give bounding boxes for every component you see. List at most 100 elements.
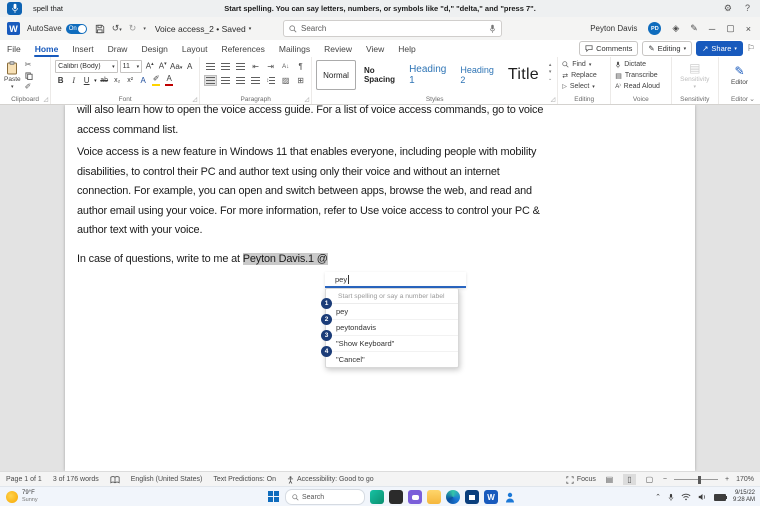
align-right-button[interactable] [234,75,247,86]
page-indicator[interactable]: Page 1 of 1 [6,476,42,483]
align-center-button[interactable] [219,75,232,86]
redo-button[interactable]: ↻ [129,23,137,34]
borders-button[interactable]: ⊞ [294,75,307,86]
sort-button[interactable]: A↓ [279,61,292,72]
spelling-input[interactable]: pey [325,272,466,288]
zoom-in-button[interactable]: + [725,476,729,483]
tab-review[interactable]: Review [317,40,359,57]
voice-access-taskbar-icon[interactable] [503,490,517,504]
save-icon[interactable] [95,24,105,34]
zoom-level[interactable]: 170% [736,476,754,483]
increase-indent-button[interactable]: ⇥ [264,61,277,72]
tab-help[interactable]: Help [391,40,422,57]
comments-button[interactable]: Comments [579,41,638,56]
user-avatar[interactable]: PD [648,22,661,35]
read-aloud-button[interactable]: A⁾ Read Aloud [615,81,666,92]
voice-settings-gear-icon[interactable]: ⚙ [724,3,732,14]
word-taskbar-icon[interactable]: W [484,490,498,504]
tab-home[interactable]: Home [28,40,66,57]
weather-widget[interactable]: 79°F Sunny [6,490,38,503]
clear-formatting-button[interactable]: A [184,61,195,72]
file-explorer-icon[interactable] [427,490,441,504]
tab-draw[interactable]: Draw [101,40,135,57]
presence-icon[interactable]: ◈ [672,23,679,34]
power-automate-icon[interactable] [370,490,384,504]
text-effects-button[interactable]: A [138,75,149,86]
edge-icon[interactable] [446,490,460,504]
autosave-toggle[interactable]: On [66,24,87,34]
wifi-icon[interactable] [681,493,691,501]
tab-layout[interactable]: Layout [175,40,215,57]
suggestion-item-2[interactable]: 2 peytondavis [326,320,458,336]
read-mode-button[interactable]: ▤ [603,474,616,485]
print-layout-button[interactable]: ▯ [623,474,636,485]
dictate-button[interactable]: Dictate [615,59,666,70]
share-button[interactable]: ↗ Share ▾ [696,41,743,56]
subscript-button[interactable]: x₂ [112,75,123,86]
cut-icon[interactable]: ✂ [25,61,33,69]
highlight-button[interactable]: ✐ [151,75,162,86]
numbering-button[interactable] [219,61,232,72]
accessibility-status[interactable]: Accessibility: Good to go [287,476,374,484]
language-indicator[interactable]: English (United States) [131,476,203,483]
store-icon[interactable] [465,490,479,504]
styles-scroll-down-icon[interactable]: ▾ [549,69,552,75]
superscript-button[interactable]: x² [125,75,136,86]
style-title[interactable]: Title [502,61,545,89]
line-spacing-button[interactable]: ↕ [264,75,277,86]
shrink-font-button[interactable]: A▾ [157,61,168,72]
close-button[interactable]: × [746,24,751,34]
search-box[interactable]: Search [283,20,502,37]
terminal-icon[interactable] [389,490,403,504]
shading-button[interactable]: ▨ [279,75,292,86]
italic-button[interactable]: I [68,75,79,86]
bullets-button[interactable] [204,61,217,72]
justify-button[interactable] [249,75,262,86]
bold-button[interactable]: B [55,75,66,86]
strikethrough-button[interactable]: ab [99,75,110,86]
ribbon-pin-icon[interactable]: ⚐ [747,43,755,54]
editor-button[interactable]: ✎ Editor [723,59,756,91]
suggestion-item-4[interactable]: 4 "Cancel" [326,352,458,367]
restore-button[interactable]: ▢ [726,23,735,34]
styles-scroll-up-icon[interactable]: ▴ [549,62,552,68]
search-mic-icon[interactable] [489,24,496,34]
style-heading2[interactable]: Heading 2 [454,61,500,89]
dialog-launcher-icon[interactable]: ◿ [551,96,556,103]
dialog-launcher-icon[interactable]: ◿ [193,96,198,103]
underline-button[interactable]: U [81,75,92,86]
format-painter-icon[interactable]: ✐ [25,83,33,91]
speaker-icon[interactable] [698,493,707,501]
tab-mailings[interactable]: Mailings [272,40,317,57]
tab-file[interactable]: File [0,40,28,57]
style-heading1[interactable]: Heading 1 [403,61,452,89]
taskbar-search[interactable]: Search [285,489,365,505]
chat-icon[interactable] [408,490,422,504]
quick-access-more-icon[interactable]: ▾ [143,26,146,32]
tab-design[interactable]: Design [134,40,174,57]
proofing-book-icon[interactable] [110,476,120,484]
transcribe-button[interactable]: ▤ Transcribe [615,70,666,81]
zoom-slider[interactable] [674,479,718,480]
style-normal[interactable]: Normal [316,60,356,90]
font-color-button[interactable]: A [164,75,175,86]
document-title[interactable]: Voice access_2 • Saved ▾ [155,24,251,34]
voice-access-mic-button[interactable] [7,2,22,15]
multilevel-list-button[interactable] [234,61,247,72]
styles-gallery-expand-icon[interactable]: ⌄ [548,76,552,82]
align-left-button[interactable] [204,75,217,86]
style-no-spacing[interactable]: No Spacing [358,61,401,89]
editing-mode-button[interactable]: ✎ Editing ▾ [642,41,692,56]
decrease-indent-button[interactable]: ⇤ [249,61,262,72]
minimize-button[interactable]: ─ [709,24,715,34]
select-button[interactable]: ▷ Select▾ [562,81,606,92]
zoom-out-button[interactable]: − [663,476,667,483]
zoom-slider-thumb[interactable] [698,476,701,484]
suggestion-item-3[interactable]: 3 "Show Keyboard" [326,336,458,352]
dialog-launcher-icon[interactable]: ◿ [44,96,49,103]
tray-clock[interactable]: 9/15/22 9:28 AM [733,490,755,504]
font-name-select[interactable]: Calibri (Body) ▾ [55,60,117,73]
pen-icon[interactable]: ✎ [690,23,698,34]
voice-help-icon[interactable]: ? [745,3,750,14]
start-button[interactable] [268,491,280,503]
